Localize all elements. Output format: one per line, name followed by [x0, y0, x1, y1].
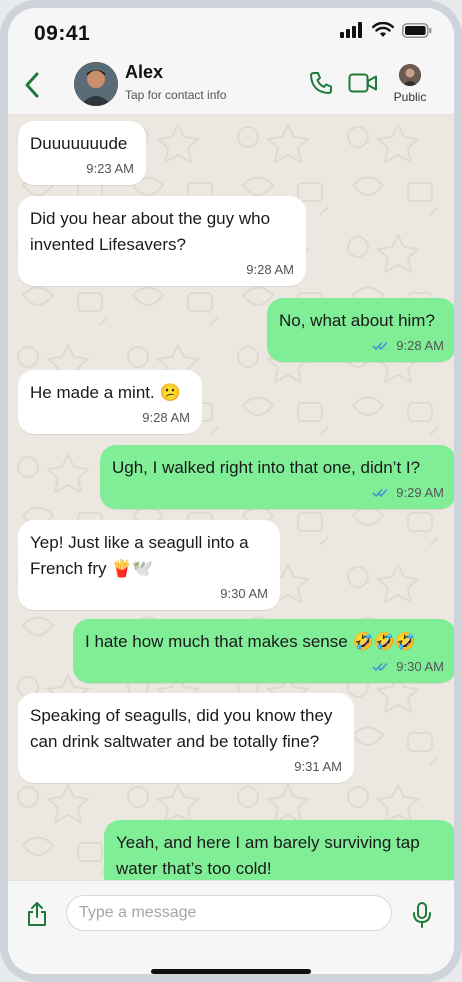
phone-frame: 09:41 Alex Tap for contact info Public D…: [0, 0, 462, 982]
cellular-signal-icon: [340, 22, 362, 38]
chat-thread[interactable]: Duuuuuuude 9:23 AM Did you hear about th…: [8, 115, 454, 880]
message-text: Duuuuuuude: [30, 134, 128, 153]
message-text: He made a mint. 😕: [30, 380, 190, 406]
message-text: I hate how much that makes sense 🤣🤣🤣: [85, 629, 444, 655]
contact-avatar[interactable]: [74, 62, 118, 106]
message-text: No, what about him?: [279, 311, 435, 330]
video-call-button[interactable]: [348, 72, 378, 99]
message-time: 9:23 AM: [86, 161, 134, 176]
voice-call-button[interactable]: [308, 70, 334, 101]
back-button[interactable]: [18, 70, 46, 100]
message-bubble-outgoing[interactable]: No, what about him? 9:28 AM: [267, 298, 454, 362]
rolling-laughing-emoji: 🤣🤣🤣: [352, 632, 416, 651]
back-chevron-icon: [25, 72, 39, 98]
message-bubble-incoming[interactable]: He made a mint. 😕 9:28 AM: [18, 370, 202, 434]
message-bubble-incoming[interactable]: Yep! Just like a seagull into a French f…: [18, 520, 280, 610]
share-button[interactable]: [26, 901, 48, 932]
message-composer: [8, 880, 454, 974]
message-bubble-outgoing[interactable]: Yeah, and here I am barely surviving tap…: [104, 820, 454, 880]
share-icon: [28, 902, 46, 926]
confused-face-emoji: 😕: [159, 383, 181, 402]
contact-name[interactable]: Alex: [125, 62, 163, 83]
public-label: Public: [393, 90, 427, 104]
message-time: 9:30 AM: [220, 586, 268, 601]
microphone-icon: [413, 902, 431, 928]
battery-icon: [402, 22, 432, 38]
avatar-photo: [74, 62, 118, 106]
message-bubble-outgoing[interactable]: Ugh, I walked right into that one, didn’…: [100, 445, 454, 509]
message-text-body: I hate how much that makes sense: [85, 632, 348, 651]
message-bubble-outgoing[interactable]: I hate how much that makes sense 🤣🤣🤣 9:3…: [73, 619, 454, 683]
read-receipt-icon: [372, 662, 388, 672]
message-bubble-incoming[interactable]: Speaking of seagulls, did you know they …: [18, 693, 354, 783]
wifi-icon: [372, 22, 394, 37]
message-bubble-incoming[interactable]: Duuuuuuude 9:23 AM: [18, 121, 146, 185]
status-time: 09:41: [34, 22, 91, 45]
message-time: 9:29 AM: [396, 485, 444, 500]
message-time: 9:28 AM: [246, 262, 294, 277]
message-time: 9:31 AM: [294, 759, 342, 774]
message-text: Yeah, and here I am barely surviving tap…: [116, 833, 420, 878]
message-input[interactable]: [66, 895, 392, 931]
message-text-body: He made a mint.: [30, 383, 155, 402]
status-bar: 09:41: [8, 8, 454, 58]
public-profile-button[interactable]: Public: [388, 64, 432, 104]
video-call-icon: [348, 73, 377, 93]
message-time: 9:30 AM: [396, 659, 444, 674]
message-text: Yep! Just like a seagull into a French f…: [30, 530, 268, 582]
message-time: 9:28 AM: [142, 410, 190, 425]
message-time: 9:28 AM: [396, 338, 444, 353]
read-receipt-icon: [372, 341, 388, 351]
message-text: Speaking of seagulls, did you know they …: [30, 706, 333, 751]
status-icons: [340, 22, 432, 38]
contact-info-hint[interactable]: Tap for contact info: [125, 88, 226, 102]
fries-dove-emoji: 🍟🕊️: [111, 559, 154, 578]
message-text: Ugh, I walked right into that one, didn’…: [112, 458, 421, 477]
public-avatar: [399, 64, 421, 86]
chat-header: Alex Tap for contact info Public: [8, 58, 454, 115]
phone-call-icon: [310, 72, 332, 94]
home-indicator[interactable]: [151, 969, 311, 974]
message-bubble-incoming[interactable]: Did you hear about the guy who invented …: [18, 196, 306, 286]
read-receipt-icon: [372, 488, 388, 498]
voice-message-button[interactable]: [412, 901, 432, 934]
message-text: Did you hear about the guy who invented …: [30, 209, 271, 254]
